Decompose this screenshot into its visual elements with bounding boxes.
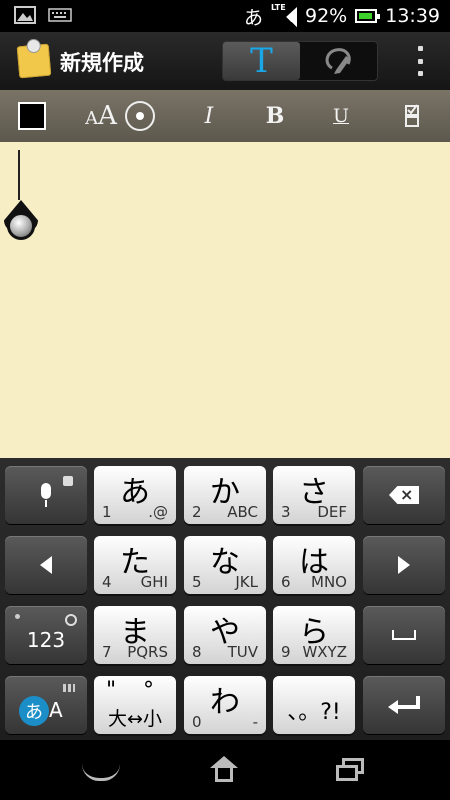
microphone-icon: [38, 483, 54, 507]
font-size-icon: AA: [85, 101, 155, 131]
number-label: 2: [192, 503, 202, 521]
handwriting-mode-button[interactable]: [300, 42, 377, 80]
italic-icon: I: [204, 103, 214, 129]
bold-button[interactable]: B: [242, 90, 308, 142]
font-size-slider-knob[interactable]: [124, 101, 155, 131]
alpha-label: MNO: [311, 573, 347, 591]
recent-apps-icon[interactable]: [336, 758, 366, 782]
kana-key[interactable]: あ 1 .@: [94, 466, 176, 524]
kana-key[interactable]: た 4 GHI: [94, 536, 176, 594]
number-label: 6: [281, 573, 291, 591]
home-icon[interactable]: [210, 756, 238, 782]
numbers-label: 123: [26, 628, 66, 652]
arrow-left-icon: [40, 556, 52, 574]
back-icon[interactable]: [82, 760, 120, 781]
clock: 13:39: [385, 5, 440, 27]
kana-mode-label: あ: [19, 696, 49, 726]
number-label: 9: [281, 643, 291, 661]
checklist-icon: [405, 104, 419, 127]
number-label: 0: [192, 713, 202, 731]
enter-icon: [388, 696, 420, 714]
space-key[interactable]: [363, 606, 445, 664]
alpha-label: GHI: [140, 573, 168, 591]
number-label: 3: [281, 503, 291, 521]
kana-key[interactable]: ら 9 WXYZ: [273, 606, 355, 664]
overflow-menu-icon[interactable]: [418, 46, 424, 76]
alpha-label: .@: [148, 503, 168, 521]
color-swatch: [18, 102, 46, 130]
battery-icon: [355, 9, 381, 23]
font-size-control[interactable]: AA: [64, 90, 176, 142]
number-label: 7: [102, 643, 112, 661]
battery-percent: 92%: [305, 5, 348, 27]
space-icon: [392, 630, 416, 640]
kana-key[interactable]: は 6 MNO: [273, 536, 355, 594]
color-picker-button[interactable]: [0, 90, 64, 142]
software-keyboard: あ 1 .@ か 2 ABC さ 3 DEF × た 4 GHI な 5 JKL は 6 MNO 123 ま 7 PQRS や…: [0, 458, 450, 740]
numbers-key[interactable]: 123: [5, 606, 87, 664]
navigation-bar: [0, 740, 450, 800]
app-icon[interactable]: [16, 43, 52, 79]
voice-input-key[interactable]: [5, 466, 87, 524]
page-title: 新規作成: [60, 51, 144, 75]
underline-icon: U: [332, 105, 349, 127]
underline-button[interactable]: U: [308, 90, 374, 142]
alpha-label: WXYZ: [302, 643, 347, 661]
italic-button[interactable]: I: [176, 90, 242, 142]
keyboard-icon: [48, 8, 72, 22]
emoji-icon: [65, 614, 77, 626]
kana-key[interactable]: わ0-: [184, 676, 266, 734]
alpha-label: DEF: [317, 503, 347, 521]
kana-key[interactable]: や 8 TUV: [184, 606, 266, 664]
cursor-right-key[interactable]: [363, 536, 445, 594]
punctuation-key[interactable]: 、。?!: [273, 676, 355, 734]
kana-key[interactable]: な 5 JKL: [184, 536, 266, 594]
kana-key[interactable]: さ 3 DEF: [273, 466, 355, 524]
checklist-button[interactable]: [374, 90, 450, 142]
arrow-right-icon: [398, 556, 410, 574]
action-bar: 新規作成 T: [0, 32, 450, 90]
number-label: 8: [192, 643, 202, 661]
dakuten-key[interactable]: " ° 大↔小: [94, 676, 176, 734]
ime-indicator: あ: [243, 6, 263, 29]
alpha-label: PQRS: [127, 643, 168, 661]
handwriting-icon: [325, 48, 351, 74]
enter-key[interactable]: [363, 676, 445, 734]
alpha-label: JKL: [235, 573, 258, 591]
signal-icon: LTE: [271, 3, 297, 27]
kana-key[interactable]: ま 7 PQRS: [94, 606, 176, 664]
text-mode-icon: T: [250, 41, 273, 81]
number-label: 4: [102, 573, 112, 591]
alpha-label: TUV: [227, 643, 258, 661]
alpha-label: ABC: [227, 503, 258, 521]
dakuten-label: " °: [105, 678, 165, 703]
grid-badge-icon: [63, 684, 75, 692]
status-right: あ LTE 92% 13:39: [244, 2, 440, 30]
alpha-mode-label: A: [49, 698, 63, 722]
number-label: 5: [192, 573, 202, 591]
network-type: LTE: [271, 3, 286, 12]
settings-badge-icon: [63, 476, 73, 486]
bold-icon: B: [265, 103, 285, 129]
backspace-icon: ×: [389, 486, 419, 504]
cursor-left-key[interactable]: [5, 536, 87, 594]
punctuation-label: 、。?!: [287, 700, 341, 725]
status-left: [14, 6, 72, 24]
text-mode-button[interactable]: T: [223, 42, 300, 80]
number-label: 1: [102, 503, 112, 521]
kana-key[interactable]: か 2 ABC: [184, 466, 266, 524]
input-mode-toggle: T: [222, 41, 378, 81]
cursor-handle[interactable]: [4, 200, 38, 244]
input-mode-key[interactable]: あA: [5, 676, 87, 734]
size-toggle-label: 大↔小: [108, 708, 162, 730]
text-cursor: [18, 150, 20, 200]
alpha-label: -: [252, 713, 258, 731]
backspace-key[interactable]: ×: [363, 466, 445, 524]
note-editor[interactable]: [0, 142, 450, 458]
status-bar: あ LTE 92% 13:39: [0, 0, 450, 32]
indicator-dot-icon: [15, 614, 20, 619]
image-icon: [14, 6, 36, 24]
format-toolbar: AA I B U: [0, 90, 450, 142]
